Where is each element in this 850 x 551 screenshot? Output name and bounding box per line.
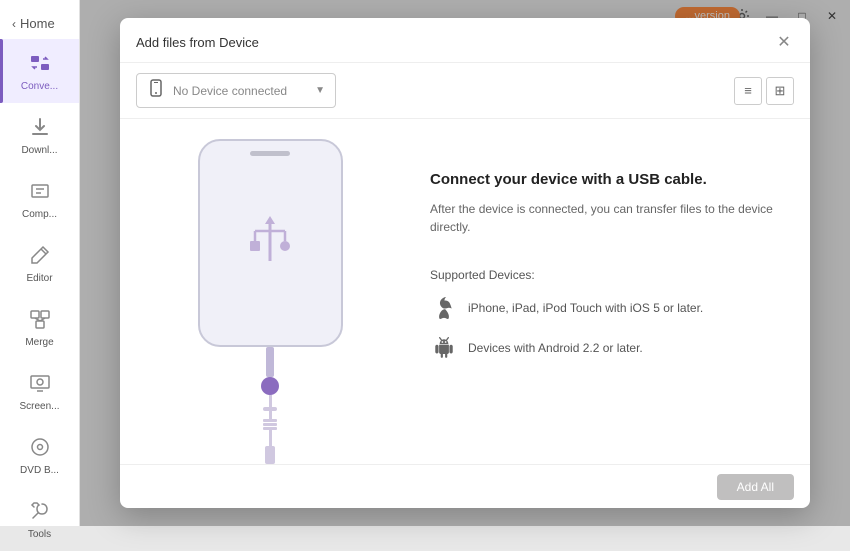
sidebar-item-screen[interactable]: Screen... xyxy=(0,359,79,423)
sidebar-item-convert-label: Conve... xyxy=(21,81,58,93)
download-icon xyxy=(26,113,54,141)
view-controls: ≡ ⊞ xyxy=(734,77,794,105)
sidebar-item-dvd-label: DVD B... xyxy=(20,465,59,477)
add-files-modal: Add files from Device ✕ No Devic xyxy=(120,18,810,508)
list-view-button[interactable]: ≡ xyxy=(734,77,762,105)
sidebar-item-download-label: Downl... xyxy=(21,145,57,157)
apple-icon xyxy=(430,294,458,322)
sidebar-item-merge-label: Merge xyxy=(25,337,53,349)
sidebar-item-compress[interactable]: Comp... xyxy=(0,167,79,231)
cable-connector-dot xyxy=(261,377,279,395)
merge-icon xyxy=(26,305,54,333)
sidebar-back[interactable]: ‹ Home xyxy=(0,8,79,39)
screen-icon xyxy=(26,369,54,397)
sidebar-item-editor-label: Editor xyxy=(26,273,52,285)
supported-label: Supported Devices: xyxy=(430,268,780,282)
cable-area xyxy=(261,347,279,464)
android-device-item: Devices with Android 2.2 or later. xyxy=(430,334,780,362)
modal-header: Add files from Device ✕ xyxy=(120,18,810,63)
device-selector-text: No Device connected xyxy=(173,84,307,98)
sidebar-item-merge[interactable]: Merge xyxy=(0,295,79,359)
app-window: ‹ Home Conve... Downl... xyxy=(0,0,850,526)
phone-frame xyxy=(198,139,343,347)
sidebar: ‹ Home Conve... Downl... xyxy=(0,0,80,526)
add-all-button[interactable]: Add All xyxy=(717,474,794,500)
modal-title: Add files from Device xyxy=(136,35,259,50)
info-area: Connect your device with a USB cable. Af… xyxy=(420,119,810,464)
sidebar-item-compress-label: Comp... xyxy=(22,209,57,221)
main-content: — □ ✕ ...version Add files from Device ✕ xyxy=(80,0,850,526)
cable-connector-top xyxy=(266,347,274,377)
android-device-text: Devices with Android 2.2 or later. xyxy=(468,341,643,355)
sidebar-item-tools[interactable]: Tools xyxy=(0,487,79,551)
phone-speaker xyxy=(250,151,290,156)
supported-devices-section: Supported Devices: iPhone, iPad, iPod T xyxy=(430,268,780,374)
modal-toolbar: No Device connected ▼ ≡ ⊞ xyxy=(120,63,810,119)
usb-icon xyxy=(243,211,298,276)
sidebar-item-screen-label: Screen... xyxy=(19,401,59,413)
apple-device-text: iPhone, iPad, iPod Touch with iOS 5 or l… xyxy=(468,301,703,315)
sidebar-item-download[interactable]: Downl... xyxy=(0,103,79,167)
device-selector-icon xyxy=(147,79,165,102)
sidebar-item-convert[interactable]: Conve... xyxy=(0,39,79,103)
phone-illustration-area xyxy=(120,119,420,464)
android-icon xyxy=(430,334,458,362)
grid-view-button[interactable]: ⊞ xyxy=(766,77,794,105)
device-selector[interactable]: No Device connected ▼ xyxy=(136,73,336,108)
modal-close-button[interactable]: ✕ xyxy=(774,32,794,52)
sidebar-item-editor[interactable]: Editor xyxy=(0,231,79,295)
sidebar-item-tools-label: Tools xyxy=(28,529,51,541)
convert-icon xyxy=(26,49,54,77)
modal-body: Connect your device with a USB cable. Af… xyxy=(120,119,810,464)
editor-icon xyxy=(26,241,54,269)
tools-icon xyxy=(26,497,54,525)
modal-footer: Add All xyxy=(120,464,810,508)
connect-description: After the device is connected, you can t… xyxy=(430,200,780,236)
compress-icon xyxy=(26,177,54,205)
modal-overlay: Add files from Device ✕ No Devic xyxy=(80,0,850,526)
sidebar-item-dvd[interactable]: DVD B... xyxy=(0,423,79,487)
apple-device-item: iPhone, iPad, iPod Touch with iOS 5 or l… xyxy=(430,294,780,322)
connect-title: Connect your device with a USB cable. xyxy=(430,169,780,190)
dvd-icon xyxy=(26,433,54,461)
active-indicator xyxy=(0,39,3,103)
dropdown-arrow-icon: ▼ xyxy=(315,85,325,96)
